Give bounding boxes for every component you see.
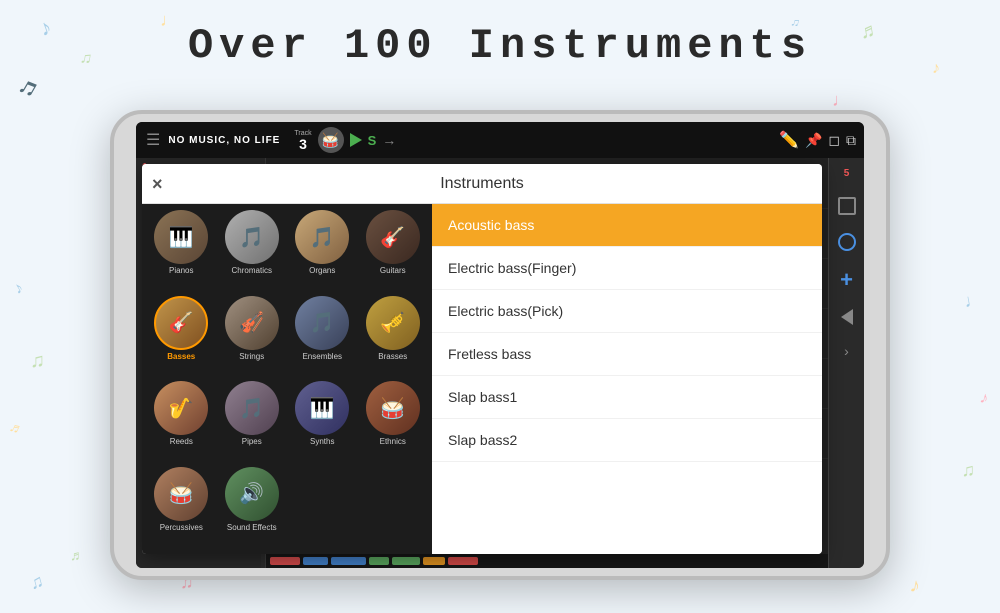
category-sound-effects[interactable]: 🔊 Sound Effects — [219, 467, 286, 549]
instrument-slap-bass2[interactable]: Slap bass2 — [432, 419, 822, 462]
deco-note-19: ♪ — [978, 389, 990, 408]
category-pipes-label: Pipes — [242, 437, 262, 446]
category-basses[interactable]: 🎸 Basses — [148, 296, 215, 378]
category-pianos[interactable]: 🎹 Pianos — [148, 210, 215, 292]
category-synths[interactable]: 🎹 Synths — [289, 381, 356, 463]
deco-note-18: ♩ — [962, 289, 983, 313]
app-header-bar: ☰ NO MUSIC, NO LIFE Track 3 🥁 S — [136, 122, 864, 158]
phone-screen: ☰ NO MUSIC, NO LIFE Track 3 🥁 S — [136, 122, 864, 568]
arrow-icon: → — [382, 132, 396, 148]
deco-note-15: ♪ — [11, 279, 27, 299]
category-organs-label: Organs — [309, 266, 335, 275]
category-basses-label: Basses — [167, 352, 195, 361]
category-synths-label: Synths — [310, 437, 334, 446]
category-strings[interactable]: 🎻 Strings — [219, 296, 286, 378]
category-guitars[interactable]: 🎸 Guitars — [360, 210, 427, 292]
category-ensembles[interactable]: 🎵 Ensembles — [289, 296, 356, 378]
deco-note-9: ♫ — [28, 571, 46, 595]
app-content: 1 5 4 3 2 1 — [136, 158, 864, 568]
category-reeds[interactable]: 🎷 Reeds — [148, 381, 215, 463]
drum-icon[interactable]: 🥁 — [318, 127, 344, 153]
category-percussives[interactable]: 🥁 Percussives — [148, 467, 215, 549]
phone-frame: ☰ NO MUSIC, NO LIFE Track 3 🥁 S — [110, 110, 890, 580]
category-sound-effects-label: Sound Effects — [227, 523, 277, 532]
instruments-list: Acoustic bass Electric bass(Finger) Elec… — [432, 204, 822, 554]
dialog-body: 🎹 Pianos 🎵 Chromatics 🎵 Organs — [142, 204, 822, 554]
instrument-electric-bass-finger[interactable]: Electric bass(Finger) — [432, 247, 822, 290]
forward-chevron[interactable]: › — [844, 343, 849, 359]
pencil-icon[interactable]: ✏️ — [779, 130, 799, 150]
dialog-header: × Instruments — [142, 164, 822, 204]
category-brasses-label: Brasses — [378, 352, 407, 361]
category-ensembles-label: Ensembles — [302, 352, 342, 361]
category-organs[interactable]: 🎵 Organs — [289, 210, 356, 292]
dialog-title: Instruments — [440, 175, 524, 193]
category-percussives-label: Percussives — [160, 523, 203, 532]
category-guitars-label: Guitars — [380, 266, 406, 275]
dialog-box: × Instruments 🎹 Pianos — [142, 164, 822, 554]
deco-note-16: ♫ — [30, 350, 45, 373]
category-strings-label: Strings — [239, 352, 264, 361]
category-reeds-label: Reeds — [170, 437, 193, 446]
deco-note-4: 🎵 — [17, 77, 41, 100]
right-panel-num: 5 — [844, 168, 850, 179]
instrument-electric-bass-pick[interactable]: Electric bass(Pick) — [432, 290, 822, 333]
deco-note-11: ♪ — [908, 574, 922, 598]
deco-note-8: ♩ — [832, 90, 850, 111]
deco-note-20: ♫ — [962, 460, 976, 481]
page-background: ♪ ♫ ♩ 🎵 ♬ ♪ ♫ ♩ ♫ ♬ ♪ ♩ ♫ 🎵 ♪ ♫ ♬ ♩ ♪ ♫ … — [0, 0, 1000, 613]
track-info: Track 3 — [294, 130, 311, 151]
copy-icon[interactable]: ⧉ — [846, 132, 856, 149]
menu-icon[interactable]: ☰ — [144, 128, 162, 152]
pin-icon[interactable]: 📌 — [805, 132, 822, 149]
s-label: S — [368, 133, 377, 148]
deco-note-10: ♬ — [70, 547, 84, 563]
instrument-acoustic-bass[interactable]: Acoustic bass — [432, 204, 822, 247]
category-chromatics[interactable]: 🎵 Chromatics — [219, 210, 286, 292]
right-panel: 5 + › — [828, 158, 864, 568]
circle-icon[interactable] — [838, 233, 856, 251]
square-icon[interactable] — [838, 197, 856, 215]
track-number: 3 — [299, 137, 307, 151]
category-chromatics-label: Chromatics — [232, 266, 272, 275]
deco-note-17: ♬ — [7, 418, 26, 438]
categories-panel: 🎹 Pianos 🎵 Chromatics 🎵 Organs — [142, 204, 432, 554]
page-title: Over 100 Instruments — [0, 22, 1000, 70]
dialog-close-button[interactable]: × — [152, 175, 163, 193]
app-title: NO MUSIC, NO LIFE — [168, 135, 280, 146]
category-ethnics[interactable]: 🥁 Ethnics — [360, 381, 427, 463]
instruments-dialog: × Instruments 🎹 Pianos — [136, 158, 828, 568]
category-pipes[interactable]: 🎵 Pipes — [219, 381, 286, 463]
eraser-icon[interactable]: ◻ — [828, 132, 840, 149]
plus-icon[interactable]: + — [840, 269, 853, 291]
play-button[interactable] — [350, 133, 362, 147]
instrument-slap-bass1[interactable]: Slap bass1 — [432, 376, 822, 419]
back-icon[interactable] — [841, 309, 853, 325]
category-ethnics-label: Ethnics — [380, 437, 406, 446]
instrument-fretless-bass[interactable]: Fretless bass — [432, 333, 822, 376]
category-brasses[interactable]: 🎺 Brasses — [360, 296, 427, 378]
category-pianos-label: Pianos — [169, 266, 193, 275]
